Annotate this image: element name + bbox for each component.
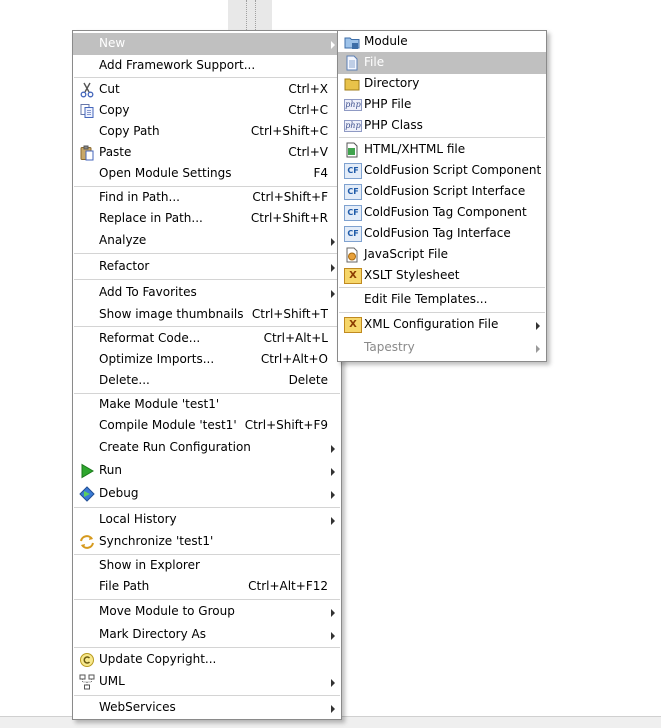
- submenu-item-cf-script-interface[interactable]: CF ColdFusion Script Interface: [338, 181, 546, 203]
- submenu-arrow-icon: [331, 517, 335, 525]
- uml-icon: [79, 674, 95, 690]
- menu-separator: [74, 253, 340, 254]
- php-class-icon: php: [344, 120, 362, 132]
- submenu-arrow-icon: [331, 290, 335, 298]
- submenu-arrow-icon: [331, 41, 335, 49]
- menu-item-reformat-code[interactable]: Reformat Code... Ctrl+Alt+L: [73, 328, 341, 350]
- submenu-item-xml-config[interactable]: X XML Configuration File: [338, 314, 546, 336]
- run-icon: [81, 463, 94, 479]
- submenu-arrow-icon: [331, 705, 335, 713]
- debug-icon: [79, 486, 95, 502]
- php-file-icon: php: [344, 99, 362, 111]
- submenu-item-file[interactable]: File: [338, 52, 546, 74]
- submenu-item-module[interactable]: Module: [338, 31, 546, 53]
- menu-item-webservices[interactable]: WebServices: [73, 697, 341, 719]
- menu-item-create-run-config[interactable]: Create Run Configuration: [73, 437, 341, 459]
- menu-item-compile-module[interactable]: Compile Module 'test1' Ctrl+Shift+F9: [73, 415, 341, 437]
- menu-separator: [74, 326, 340, 327]
- submenu-item-javascript-file[interactable]: JavaScript File: [338, 244, 546, 266]
- javascript-file-icon: [346, 247, 358, 263]
- menu-separator: [74, 599, 340, 600]
- menu-separator: [339, 287, 545, 288]
- submenu-arrow-icon: [331, 491, 335, 499]
- submenu-item-edit-templates[interactable]: Edit File Templates...: [338, 289, 546, 311]
- menu-separator: [339, 312, 545, 313]
- submenu-arrow-icon: [331, 264, 335, 272]
- copyright-icon: [80, 653, 94, 667]
- menu-item-find-in-path[interactable]: Find in Path... Ctrl+Shift+F: [73, 187, 341, 209]
- menu-item-optimize-imports[interactable]: Optimize Imports... Ctrl+Alt+O: [73, 349, 341, 371]
- coldfusion-icon: CF: [344, 184, 362, 200]
- submenu-arrow-icon: [536, 322, 540, 330]
- submenu-item-cf-tag-component[interactable]: CF ColdFusion Tag Component: [338, 202, 546, 224]
- menu-item-update-copyright[interactable]: Update Copyright...: [73, 649, 341, 671]
- submenu-arrow-icon: [331, 632, 335, 640]
- menu-separator: [339, 137, 545, 138]
- menu-item-show-thumbnails[interactable]: Show image thumbnails Ctrl+Shift+T: [73, 304, 341, 326]
- synchronize-icon: [80, 535, 94, 549]
- submenu-arrow-icon: [331, 468, 335, 476]
- submenu-arrow-icon: [331, 445, 335, 453]
- menu-item-file-path[interactable]: File Path Ctrl+Alt+F12: [73, 576, 341, 598]
- file-icon: [346, 55, 358, 71]
- menu-separator: [74, 647, 340, 648]
- new-submenu: Module File Directory php PHP File php P…: [337, 30, 547, 362]
- submenu-arrow-icon: [536, 345, 540, 353]
- menu-item-replace-in-path[interactable]: Replace in Path... Ctrl+Shift+R: [73, 208, 341, 230]
- coldfusion-icon: CF: [344, 205, 362, 221]
- menu-item-run[interactable]: Run: [73, 460, 341, 482]
- submenu-item-cf-script-component[interactable]: CF ColdFusion Script Component: [338, 160, 546, 182]
- submenu-item-directory[interactable]: Directory: [338, 73, 546, 95]
- copy-icon: [80, 104, 94, 118]
- menu-item-new[interactable]: New: [73, 33, 341, 55]
- menu-item-cut[interactable]: Cut Ctrl+X: [73, 79, 341, 101]
- menu-item-uml[interactable]: UML: [73, 671, 341, 693]
- submenu-arrow-icon: [331, 609, 335, 617]
- paste-icon: [80, 145, 94, 161]
- submenu-item-tapestry[interactable]: Tapestry: [338, 337, 546, 359]
- submenu-item-html-file[interactable]: HTML/XHTML file: [338, 139, 546, 161]
- module-icon: [344, 37, 360, 49]
- coldfusion-icon: CF: [344, 226, 362, 242]
- menu-item-local-history[interactable]: Local History: [73, 509, 341, 531]
- menu-item-synchronize[interactable]: Synchronize 'test1': [73, 531, 341, 553]
- menu-item-add-framework[interactable]: Add Framework Support...: [73, 55, 341, 77]
- menu-item-move-module[interactable]: Move Module to Group: [73, 601, 341, 623]
- menu-item-open-module-settings[interactable]: Open Module Settings F4: [73, 163, 341, 185]
- menu-item-debug[interactable]: Debug: [73, 483, 341, 505]
- menu-item-analyze[interactable]: Analyze: [73, 230, 341, 252]
- submenu-item-php-file[interactable]: php PHP File: [338, 94, 546, 116]
- coldfusion-icon: CF: [344, 163, 362, 179]
- menu-item-delete[interactable]: Delete... Delete: [73, 370, 341, 392]
- submenu-item-xslt-stylesheet[interactable]: X XSLT Stylesheet: [338, 265, 546, 287]
- menu-separator: [74, 507, 340, 508]
- submenu-arrow-icon: [331, 238, 335, 246]
- xml-config-icon: X: [344, 317, 362, 333]
- menu-item-mark-directory[interactable]: Mark Directory As: [73, 624, 341, 646]
- submenu-item-php-class[interactable]: php PHP Class: [338, 115, 546, 137]
- menu-item-copy[interactable]: Copy Ctrl+C: [73, 100, 341, 122]
- scissors-icon: [80, 82, 94, 98]
- submenu-item-cf-tag-interface[interactable]: CF ColdFusion Tag Interface: [338, 223, 546, 245]
- menu-item-add-to-favorites[interactable]: Add To Favorites: [73, 282, 341, 304]
- menu-item-make-module[interactable]: Make Module 'test1': [73, 394, 341, 416]
- menu-item-refactor[interactable]: Refactor: [73, 256, 341, 278]
- menu-separator: [74, 77, 340, 78]
- menu-separator: [74, 695, 340, 696]
- menu-item-show-in-explorer[interactable]: Show in Explorer: [73, 555, 341, 577]
- menu-item-copy-path[interactable]: Copy Path Ctrl+Shift+C: [73, 121, 341, 143]
- background-scroll-strip: [228, 0, 272, 30]
- context-menu: New Add Framework Support... Cut Ctrl+X …: [72, 30, 342, 720]
- folder-icon: [344, 78, 360, 91]
- menu-item-paste[interactable]: Paste Ctrl+V: [73, 142, 341, 164]
- xslt-icon: X: [344, 268, 362, 284]
- html-file-icon: [346, 142, 358, 158]
- menu-separator: [74, 279, 340, 280]
- submenu-arrow-icon: [331, 679, 335, 687]
